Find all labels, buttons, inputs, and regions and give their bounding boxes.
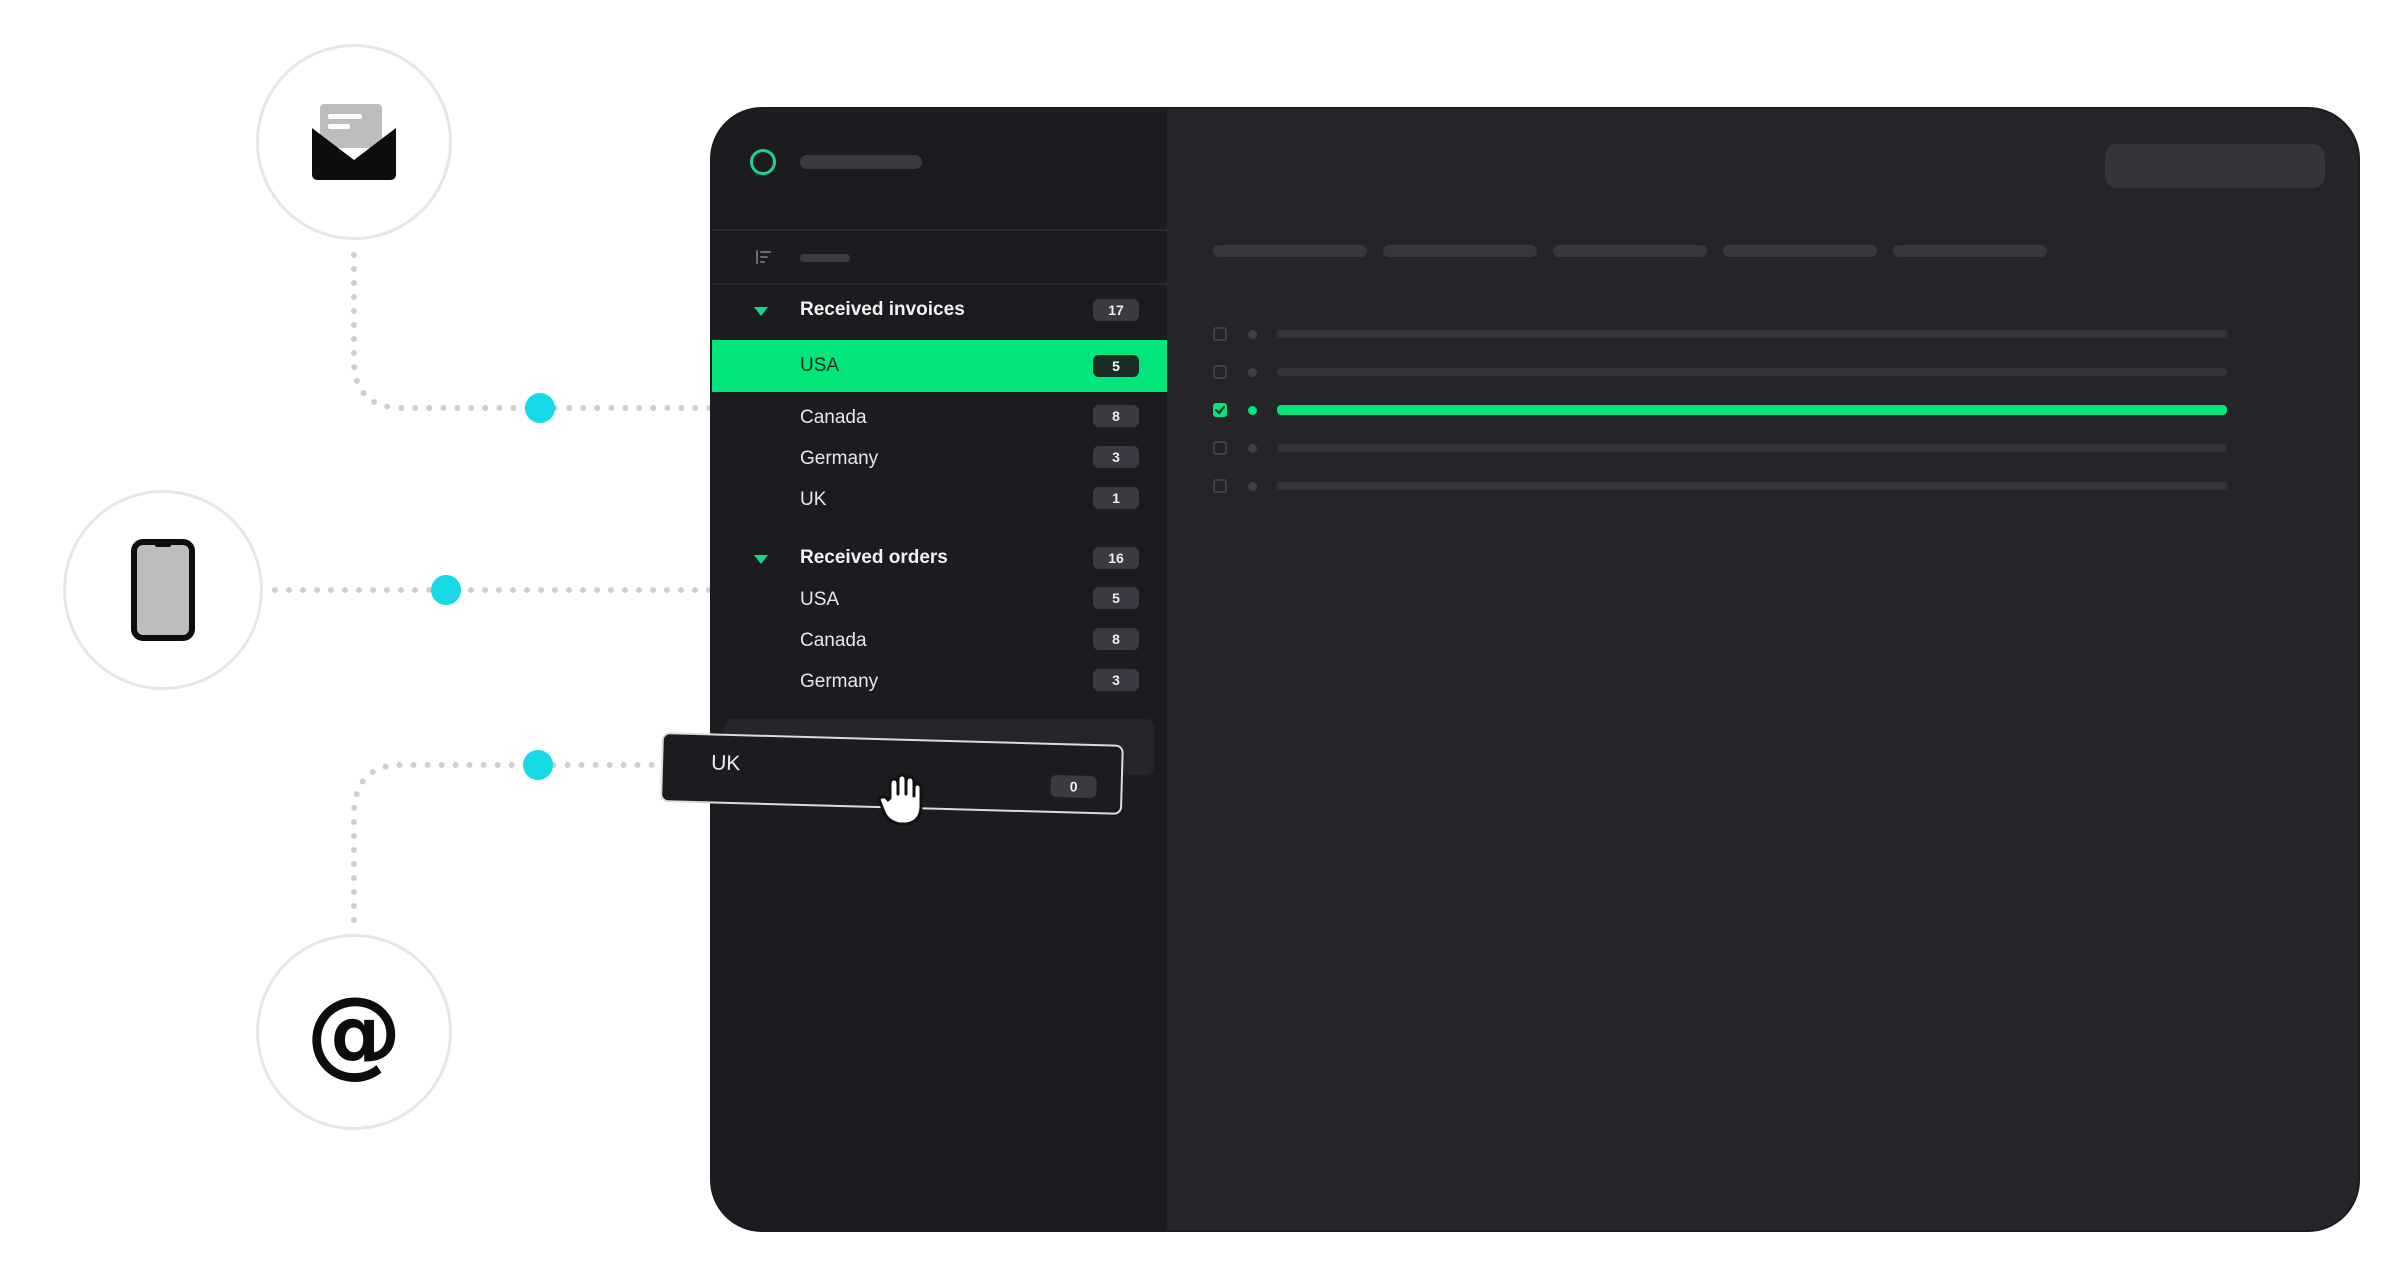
sidebar-item-label: USA bbox=[800, 589, 840, 610]
grab-hand-cursor-icon bbox=[877, 773, 923, 826]
row-checkbox[interactable] bbox=[1213, 441, 1227, 455]
group-title: Received orders bbox=[800, 547, 948, 568]
checkmark-icon bbox=[1214, 405, 1226, 415]
list-row[interactable] bbox=[1167, 401, 2357, 421]
at-channel-circle: @ bbox=[256, 934, 452, 1130]
sidebar-item-label: Germany bbox=[800, 448, 879, 469]
column-header-placeholder[interactable] bbox=[1553, 245, 1707, 257]
row-status-dot bbox=[1248, 406, 1257, 415]
row-content-placeholder bbox=[1277, 368, 2227, 376]
column-header-placeholder[interactable] bbox=[1893, 245, 2047, 257]
row-content-placeholder bbox=[1277, 330, 2227, 338]
main-pane bbox=[1167, 109, 2358, 1230]
count-badge: 0 bbox=[1050, 774, 1097, 799]
list-row[interactable] bbox=[1167, 477, 2357, 497]
email-connector-line bbox=[351, 252, 715, 411]
smartphone-icon bbox=[131, 539, 195, 641]
at-connector-node bbox=[523, 750, 553, 780]
sidebar-item-label: Germany bbox=[800, 671, 879, 692]
group-title: Received invoices bbox=[800, 299, 965, 320]
sidebar-item-label: USA bbox=[800, 355, 840, 376]
sidebar-item-label: UK bbox=[710, 751, 741, 776]
header-divider bbox=[712, 229, 1167, 231]
sidebar-item-invoices-canada[interactable]: Canada 8 bbox=[712, 395, 1167, 439]
app-window: Received invoices 17 USA 5 Canada 8 Germ… bbox=[710, 107, 2360, 1232]
sidebar-item-orders-usa[interactable]: USA 5 bbox=[712, 577, 1167, 621]
row-checkbox[interactable] bbox=[1213, 365, 1227, 379]
sidebar-item-invoices-germany[interactable]: Germany 3 bbox=[712, 436, 1167, 480]
row-checkbox[interactable] bbox=[1213, 479, 1227, 493]
count-badge: 5 bbox=[1093, 355, 1139, 377]
group-received-invoices[interactable]: Received invoices 17 bbox=[712, 289, 1167, 333]
header-action-placeholder[interactable] bbox=[2105, 144, 2325, 188]
sidebar-item-label: Canada bbox=[800, 407, 867, 428]
envelope-icon bbox=[312, 104, 396, 180]
count-badge: 17 bbox=[1093, 299, 1139, 321]
sidebar-item-invoices-usa[interactable]: USA 5 bbox=[712, 340, 1167, 392]
at-connector-line bbox=[351, 762, 667, 923]
at-sign-icon: @ bbox=[306, 976, 402, 1088]
toolbar-divider bbox=[712, 283, 1167, 285]
row-status-dot bbox=[1248, 444, 1257, 453]
email-channel-circle bbox=[256, 44, 452, 240]
count-badge: 3 bbox=[1093, 446, 1139, 468]
list-row[interactable] bbox=[1167, 439, 2357, 459]
row-content-placeholder bbox=[1277, 405, 2227, 415]
mobile-channel-circle bbox=[63, 490, 263, 690]
count-badge: 5 bbox=[1093, 587, 1139, 609]
email-connector-node bbox=[525, 393, 555, 423]
group-received-orders[interactable]: Received orders 16 bbox=[712, 537, 1167, 581]
sidebar-item-orders-germany[interactable]: Germany 3 bbox=[712, 659, 1167, 703]
sidebar-item-label: Canada bbox=[800, 630, 867, 651]
count-badge: 3 bbox=[1093, 669, 1139, 691]
row-status-dot bbox=[1248, 482, 1257, 491]
count-badge: 16 bbox=[1093, 547, 1139, 569]
count-badge: 8 bbox=[1093, 628, 1139, 650]
list-row[interactable] bbox=[1167, 325, 2357, 345]
column-header-placeholder[interactable] bbox=[1213, 245, 1367, 257]
row-content-placeholder bbox=[1277, 444, 2227, 452]
sidebar-item-label: UK bbox=[800, 489, 827, 510]
mobile-connector-node bbox=[431, 575, 461, 605]
column-header-placeholder[interactable] bbox=[1383, 245, 1537, 257]
row-content-placeholder bbox=[1277, 482, 2227, 490]
sidebar-item-invoices-uk[interactable]: UK 1 bbox=[712, 477, 1167, 521]
list-row[interactable] bbox=[1167, 363, 2357, 383]
row-checkbox-checked[interactable] bbox=[1213, 403, 1227, 417]
sort-icon[interactable] bbox=[754, 249, 772, 265]
status-ring-icon bbox=[750, 149, 776, 175]
caret-down-icon[interactable] bbox=[754, 307, 768, 316]
row-status-dot bbox=[1248, 368, 1257, 377]
column-header-placeholder[interactable] bbox=[1723, 245, 1877, 257]
app-title-placeholder bbox=[800, 155, 922, 169]
count-badge: 8 bbox=[1093, 405, 1139, 427]
sidebar: Received invoices 17 USA 5 Canada 8 Germ… bbox=[712, 109, 1167, 1230]
caret-down-icon[interactable] bbox=[754, 555, 768, 564]
row-status-dot bbox=[1248, 330, 1257, 339]
count-badge: 1 bbox=[1093, 487, 1139, 509]
row-checkbox[interactable] bbox=[1213, 327, 1227, 341]
sidebar-item-orders-canada[interactable]: Canada 8 bbox=[712, 618, 1167, 662]
sort-label-placeholder bbox=[800, 254, 850, 262]
